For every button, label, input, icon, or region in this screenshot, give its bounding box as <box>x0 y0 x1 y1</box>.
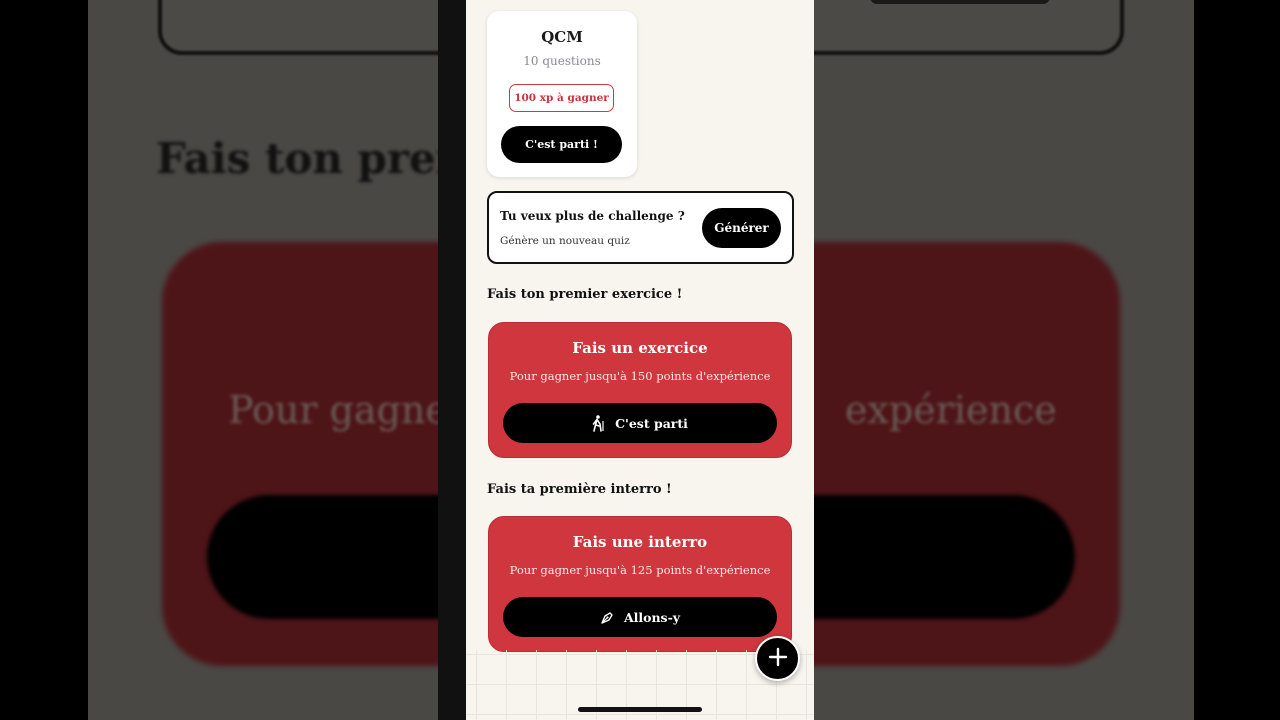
challenge-subtitle: Génère un nouveau quiz <box>500 235 630 247</box>
background-text-right: expérience <box>845 388 1057 432</box>
qcm-start-button[interactable]: C'est parti ! <box>501 126 622 163</box>
interro-card-title: Fais une interro <box>572 533 708 551</box>
exercise-card-subtitle: Pour gagner jusqu'à 150 points d'expérie… <box>509 369 771 383</box>
interro-card-subtitle: Pour gagner jusqu'à 125 points d'expérie… <box>509 563 771 577</box>
qcm-card[interactable]: QCM 10 questions 100 xp à gagner C'est p… <box>487 11 637 177</box>
background-heading: Fais ton prem <box>156 134 481 183</box>
generate-button[interactable]: Générer <box>702 208 781 248</box>
qcm-title: QCM <box>541 28 583 46</box>
phone-bezel <box>438 0 466 720</box>
exercise-start-button[interactable]: C'est parti <box>503 403 777 443</box>
phone-frame: QCM 10 questions 100 xp à gagner C'est p… <box>438 0 814 720</box>
pen-nib-icon <box>600 610 615 625</box>
exercise-card-title: Fais un exercice <box>572 339 708 357</box>
interro-start-label: Allons-y <box>623 609 681 625</box>
xp-badge: 100 xp à gagner <box>509 84 614 112</box>
background-text-left: Pour gagne <box>228 388 448 432</box>
interro-card: Fais une interro Pour gagner jusqu'à 125… <box>488 516 792 652</box>
challenge-title: Tu veux plus de challenge ? <box>500 209 685 223</box>
home-indicator[interactable] <box>578 707 702 712</box>
plus-icon <box>768 647 788 671</box>
hiker-icon <box>592 414 606 432</box>
interro-section-heading: Fais ta première interro ! <box>487 482 672 497</box>
challenge-banner: Tu veux plus de challenge ? Génère un no… <box>487 191 794 264</box>
app-screen: QCM 10 questions 100 xp à gagner C'est p… <box>466 0 814 720</box>
add-button[interactable] <box>755 636 800 681</box>
exercise-card: Fais un exercice Pour gagner jusqu'à 150… <box>488 322 792 458</box>
exercise-start-label: C'est parti <box>615 415 688 431</box>
exercise-section-heading: Fais ton premier exercice ! <box>487 287 683 302</box>
background-bar <box>870 0 1050 4</box>
qcm-question-count: 10 questions <box>523 54 601 68</box>
letterbox-left <box>0 0 88 720</box>
interro-start-button[interactable]: Allons-y <box>503 597 777 637</box>
letterbox-right <box>1194 0 1280 720</box>
